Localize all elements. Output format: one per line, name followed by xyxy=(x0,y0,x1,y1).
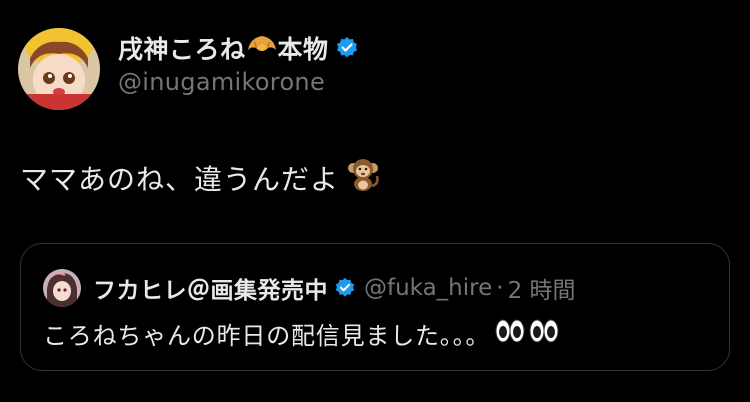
author-handle[interactable]: @inugamikorone xyxy=(118,68,678,96)
quoted-tweet-header: フカヒレ＠画集発売中 @fuka_hire · 2 時間 xyxy=(93,270,576,306)
monkey-icon xyxy=(345,156,381,199)
eyes-icon xyxy=(528,317,560,351)
quoted-timestamp[interactable]: 2 時間 xyxy=(508,271,576,305)
verified-badge-icon xyxy=(335,36,359,60)
author-name-row[interactable]: 戌神ころね 本物 xyxy=(118,30,678,66)
quoted-author-display-name[interactable]: フカヒレ＠画集発売中 xyxy=(93,271,328,305)
quoted-tweet-text-content: ころねちゃんの昨日の配信見ました。。。 xyxy=(43,322,491,350)
author-display-name-suffix[interactable]: 本物 xyxy=(278,30,329,66)
croissant-icon xyxy=(246,32,278,64)
eyes-icon xyxy=(494,317,526,351)
quoted-author-avatar[interactable] xyxy=(43,269,81,307)
quoted-separator: · xyxy=(496,275,504,301)
tweet-text-content: ママあのね、違うんだよ xyxy=(20,162,340,196)
quoted-verified-badge-icon xyxy=(334,277,356,299)
quoted-tweet-card[interactable]: フカヒレ＠画集発売中 @fuka_hire · 2 時間 ころねちゃんの昨日の配… xyxy=(20,243,730,371)
tweet-text: ママあのね、違うんだよ xyxy=(20,156,381,199)
author-display-name-prefix[interactable]: 戌神ころね xyxy=(118,30,246,66)
tweet[interactable]: 戌神ころね 本物 @inugamikorone ママあのね、違うんだよ フカヒレ… xyxy=(0,0,750,402)
quoted-author-handle[interactable]: @fuka_hire xyxy=(364,275,492,301)
author-avatar[interactable] xyxy=(18,28,100,110)
quoted-tweet-text: ころねちゃんの昨日の配信見ました。。。 xyxy=(43,316,560,351)
author-info: 戌神ころね 本物 @inugamikorone xyxy=(118,30,678,96)
